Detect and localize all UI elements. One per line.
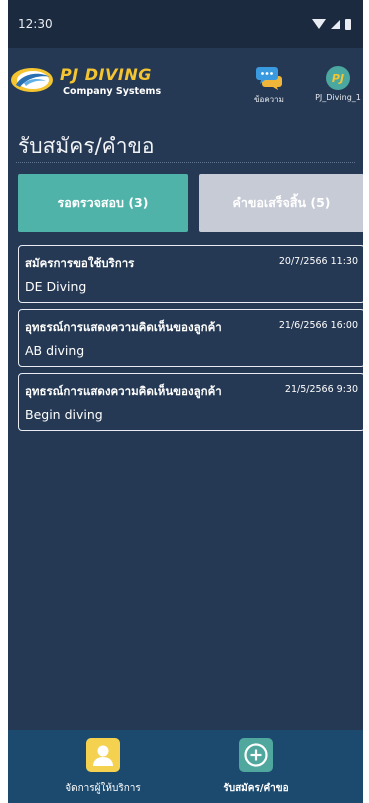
request-title: สมัครการขอใช้บริการ (25, 256, 135, 270)
request-date: 21/6/2566 16:00 (278, 320, 358, 331)
request-date: 20/7/2566 11:30 (278, 256, 358, 267)
chat-bubbles-icon (256, 67, 282, 90)
brand-title: PJ DIVING (60, 65, 152, 84)
brand-subtitle: Company Systems (63, 86, 162, 97)
tab-pending[interactable]: รอตรวจสอบ (3) (18, 174, 188, 232)
add-circle-icon (239, 738, 273, 772)
request-company: DE Diving (25, 279, 87, 294)
brand-logo-icon (11, 68, 53, 92)
status-time: 12:30 (18, 17, 53, 31)
app-header: PJ DIVING Company Systems ข้อความ PJ PJ_… (8, 48, 363, 108)
request-company: AB diving (25, 343, 85, 358)
bottom-navigation: จัดการผู้ให้บริการ รับสมัคร/คำขอ (8, 730, 363, 803)
page-title: รับสมัคร/คำขอ (18, 134, 155, 158)
nav-label: จัดการผู้ให้บริการ (65, 783, 141, 794)
avatar: PJ (326, 66, 350, 90)
request-title: อุทธรณ์การแสดงความคิดเห็นของลูกค้า (25, 384, 222, 398)
nav-label: รับสมัคร/คำขอ (223, 783, 289, 794)
wifi-icon (312, 19, 326, 29)
tab-completed[interactable]: คำขอเสร็จสิ้น (5) (199, 174, 363, 232)
user-profile-button[interactable]: PJ PJ_Diving_1 (308, 66, 363, 102)
messages-button[interactable]: ข้อความ (246, 66, 292, 106)
request-card[interactable]: สมัครการขอใช้บริการ 20/7/2566 11:30 DE D… (18, 245, 363, 303)
nav-manage-providers[interactable]: จัดการผู้ให้บริการ (43, 738, 163, 796)
request-card[interactable]: อุทธรณ์การแสดงความคิดเห็นของลูกค้า 21/5/… (18, 373, 363, 431)
title-divider (16, 162, 355, 163)
signal-icon (331, 19, 340, 29)
user-name: PJ_Diving_1 (315, 93, 361, 102)
status-icons (312, 18, 351, 30)
status-bar: 12:30 (8, 0, 363, 48)
request-company: Begin diving (25, 407, 103, 422)
request-list: สมัครการขอใช้บริการ 20/7/2566 11:30 DE D… (18, 245, 363, 437)
messages-label: ข้อความ (254, 95, 284, 104)
user-icon (86, 738, 120, 772)
request-date: 21/5/2566 9:30 (284, 384, 358, 395)
request-card[interactable]: อุทธรณ์การแสดงความคิดเห็นของลูกค้า 21/6/… (18, 309, 363, 367)
nav-requests[interactable]: รับสมัคร/คำขอ (196, 738, 316, 796)
battery-icon (345, 18, 351, 30)
request-title: อุทธรณ์การแสดงความคิดเห็นของลูกค้า (25, 320, 222, 334)
app-screen: 12:30 PJ DIVING Company Systems ข้อความ (8, 0, 363, 803)
